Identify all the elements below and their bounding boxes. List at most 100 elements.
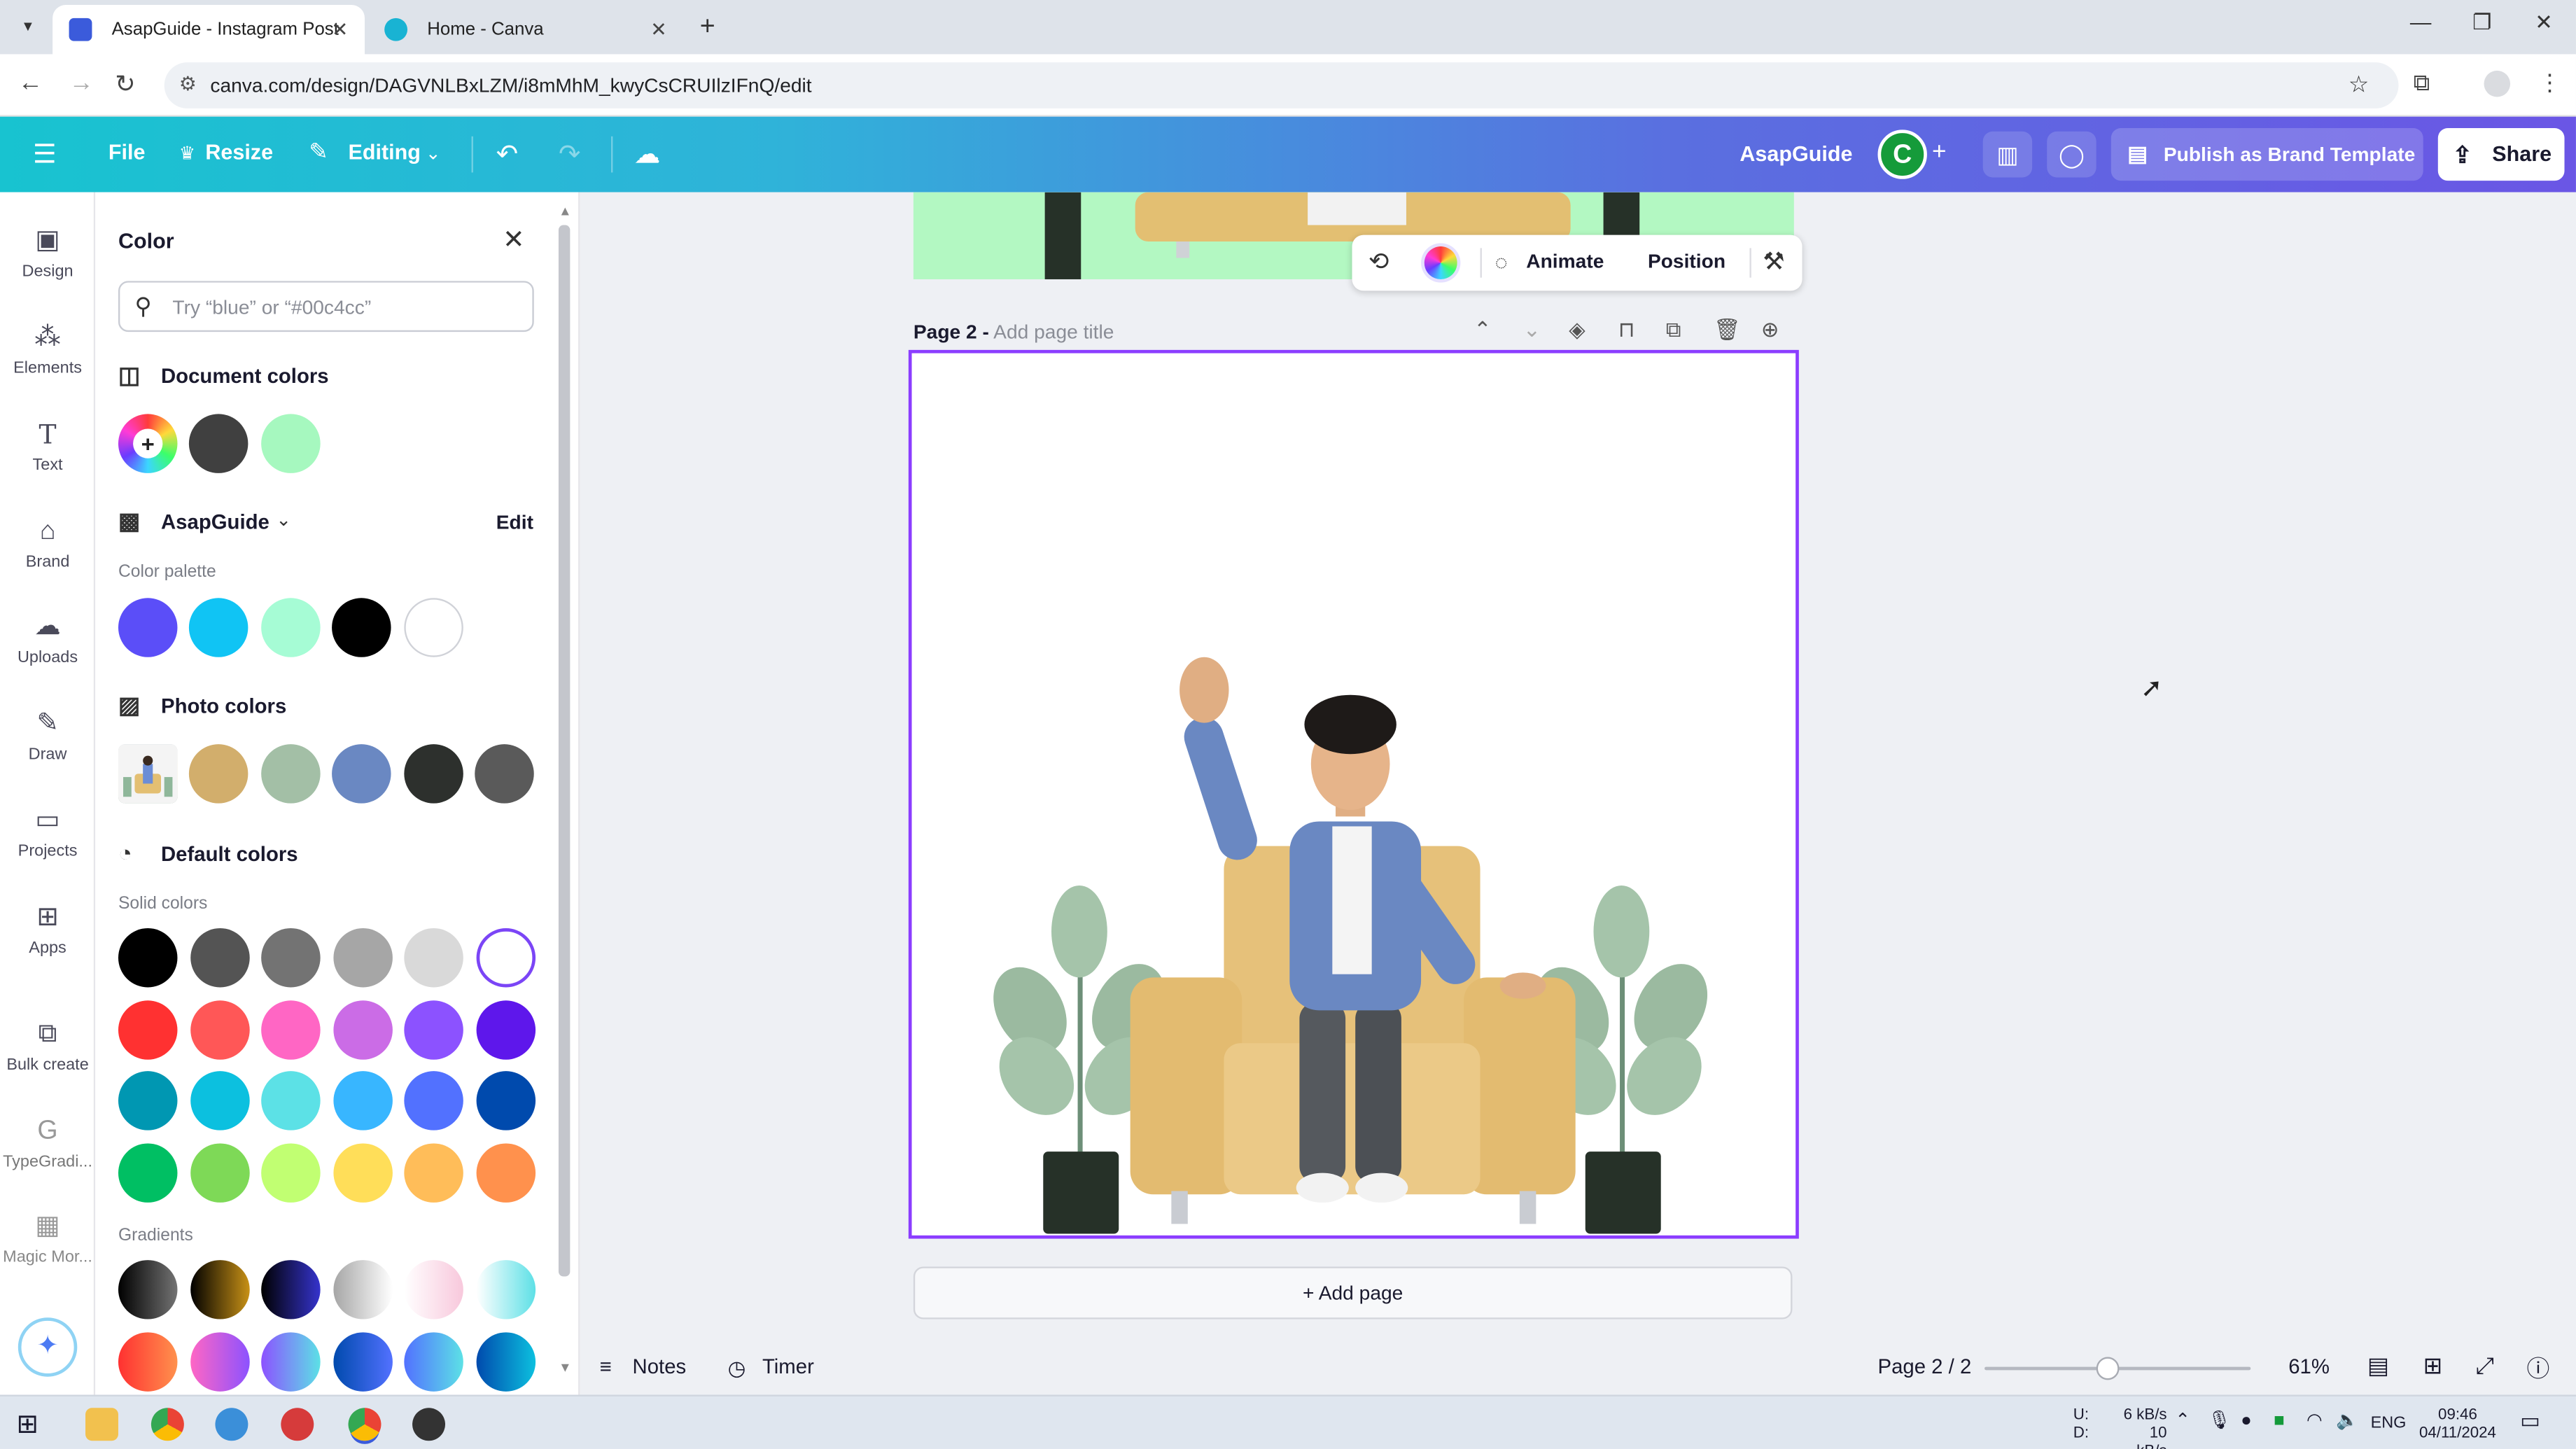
color-swatch[interactable] [475,1071,535,1130]
gradient-swatch[interactable] [404,1331,463,1391]
gradient-swatch[interactable] [261,1331,321,1391]
volume-icon[interactable]: 🔈 [2336,1412,2358,1431]
color-swatch[interactable] [118,1071,178,1130]
tray-green-icon[interactable]: ■ [2274,1412,2285,1431]
tab-search-dropdown-icon[interactable]: ▾ [13,13,43,43]
site-info-icon[interactable]: ⚙ [179,72,197,95]
rail-item-magic-morph[interactable]: ▦ Magic Mor... [0,1211,95,1266]
rail-item-draw[interactable]: ✎ Draw [0,708,95,764]
close-tab-icon[interactable]: ✕ [332,5,349,54]
color-swatch[interactable] [332,1000,392,1059]
page-title-input[interactable]: Add page title [993,321,1114,344]
color-swatch[interactable] [261,414,321,473]
zoom-level[interactable]: 61% [2288,1355,2330,1378]
move-page-down-icon[interactable]: ⌄ [1523,317,1541,344]
scroll-up-icon[interactable]: ▲ [559,204,572,218]
new-tab-icon[interactable]: + [700,13,715,43]
color-swatch[interactable] [475,744,534,804]
color-swatch[interactable] [188,744,248,804]
scroll-down-icon[interactable]: ▼ [559,1360,572,1375]
profile-avatar[interactable] [2484,70,2511,97]
help-icon[interactable]: ⓘ [2527,1352,2550,1385]
color-swatch[interactable] [404,598,463,657]
character-illustration[interactable] [912,354,1796,1236]
color-swatch[interactable] [475,1000,535,1059]
main-menu-icon[interactable]: ☰ [33,138,57,171]
notes-button[interactable]: Notes [633,1355,687,1378]
restore-icon[interactable]: ❐ [2472,10,2491,36]
color-swatch[interactable] [190,1142,249,1202]
hide-page-icon[interactable]: ◈ [1569,317,1585,344]
browser-tab[interactable]: Home - Canva ✕ [368,5,684,54]
close-icon[interactable]: ✕ [503,223,524,256]
tray-app-icon[interactable]: ● [2241,1412,2252,1431]
color-swatch[interactable] [261,744,321,804]
bookmark-star-icon[interactable]: ☆ [2348,71,2369,99]
publish-brand-template-button[interactable]: ▤ Publish as Brand Template [2110,128,2423,181]
zoom-slider-handle[interactable] [2096,1357,2120,1380]
url-field[interactable]: ⚙ canva.com/design/DAGVNLBxLZM/i8mMhM_kw… [164,62,2399,108]
editing-mode-dropdown[interactable]: Editing [349,139,421,164]
timer-button[interactable]: Timer [762,1355,814,1378]
design-page[interactable] [908,349,1799,1239]
chrome-active-icon[interactable] [348,1408,382,1441]
gradient-swatch[interactable] [404,1260,463,1320]
photo-thumbnail[interactable] [118,744,178,804]
rail-item-uploads[interactable]: ☁ Uploads [0,611,95,666]
color-swatch[interactable] [261,598,321,657]
color-swatch[interactable] [261,1142,321,1202]
close-tab-icon[interactable]: ✕ [650,5,667,54]
undo-icon[interactable]: ↶ [496,138,518,171]
file-explorer-icon[interactable] [85,1408,118,1441]
color-swatch[interactable] [188,414,248,473]
duplicate-page-icon[interactable]: ⧉ [1666,317,1681,344]
move-page-up-icon[interactable]: ⌃ [1474,317,1492,344]
color-swatch[interactable] [332,1142,392,1202]
page-view-icon[interactable]: ▤ [2367,1352,2389,1380]
chevron-down-icon[interactable]: ⌄ [276,510,291,531]
rail-item-typegradient[interactable]: G TypeGradi... [0,1116,95,1171]
color-swatch[interactable] [475,927,535,988]
add-color-button[interactable] [118,414,178,473]
rail-item-elements[interactable]: ⁂ Elements [0,322,95,377]
microphone-icon[interactable]: 🎙 [2208,1412,2231,1431]
color-swatch[interactable] [118,927,178,988]
color-swatch[interactable] [332,598,391,657]
chevron-down-icon[interactable]: ⌄ [426,143,441,164]
comments-icon[interactable]: ◯ [2047,131,2096,178]
color-swatch[interactable] [404,1071,463,1130]
panel-scrollbar[interactable] [558,225,570,1277]
wifi-icon[interactable]: ◠ [2306,1412,2323,1431]
color-swatch[interactable] [332,927,392,988]
color-swatch[interactable] [404,744,463,804]
lock-page-icon[interactable]: ⊓ [1618,317,1635,344]
resize-button[interactable]: Resize [205,139,273,164]
color-swatch[interactable] [261,1000,321,1059]
clock[interactable]: 09:46 04/11/2024 [2418,1406,2498,1443]
color-swatch[interactable] [118,1000,178,1059]
app-icon[interactable] [412,1408,446,1441]
color-swatch[interactable] [332,1071,392,1130]
color-picker-icon[interactable] [1424,246,1457,279]
copy-style-icon[interactable]: ⚒ [1763,246,1785,276]
fullscreen-icon[interactable]: ⤢ [2476,1352,2494,1380]
recorder-icon[interactable] [281,1408,314,1441]
color-swatch[interactable] [190,1000,249,1059]
delete-page-icon[interactable]: 🗑 [1714,317,1741,344]
add-collaborator-icon[interactable]: + [1932,138,1947,166]
add-page-icon[interactable]: ⊕ [1761,317,1779,344]
close-window-icon[interactable]: ✕ [2535,10,2553,36]
rail-item-brand[interactable]: ⌂ Brand [0,516,95,571]
back-icon[interactable]: ← [18,69,43,97]
color-search-input[interactable]: ⚲ Try “blue” or “#00c4cc” [118,281,534,332]
gradient-swatch[interactable] [261,1260,321,1320]
gradient-swatch[interactable] [332,1331,392,1391]
grid-view-icon[interactable]: ⊞ [2423,1352,2443,1380]
forward-icon[interactable]: → [69,69,94,97]
color-swatch[interactable] [261,1071,321,1130]
replace-icon[interactable]: ⟲ [1368,246,1390,276]
add-page-button[interactable]: + Add page [913,1266,1793,1320]
rail-item-bulk-create[interactable]: ⧉ Bulk create [0,1018,95,1074]
cloud-save-icon[interactable]: ☁ [634,138,661,171]
gradient-swatch[interactable] [475,1260,535,1320]
